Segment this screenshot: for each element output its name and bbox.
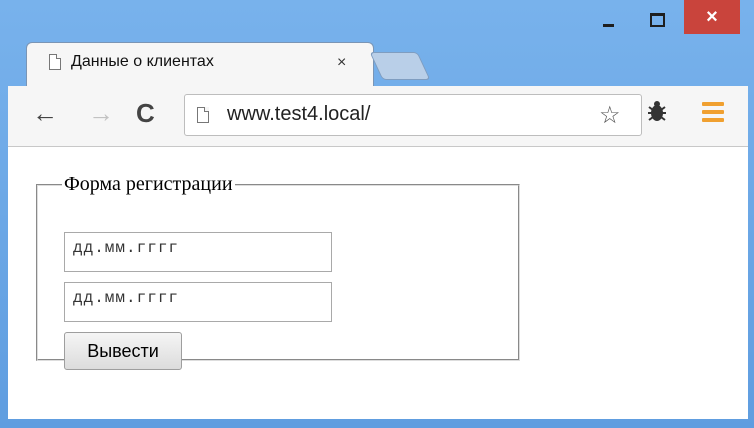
tab-title: Данные о клиентах	[71, 53, 214, 70]
page-content: Форма регистрации дд.мм.гггг дд.мм.гггг …	[8, 147, 748, 419]
bug-icon[interactable]	[644, 98, 670, 131]
close-icon: ×	[706, 6, 718, 28]
minimize-button[interactable]	[592, 4, 624, 36]
maximize-button[interactable]	[634, 4, 680, 36]
minimize-icon	[602, 23, 614, 27]
address-bar[interactable]: www.test4.local/ ☆	[184, 94, 642, 136]
back-icon[interactable]: ←	[32, 100, 58, 126]
close-window-button[interactable]: ×	[684, 0, 740, 34]
browser-window: × Данные о клиентах × ← → C www.test4.lo…	[0, 0, 754, 428]
tab-close-icon[interactable]: ×	[337, 54, 346, 72]
menu-icon[interactable]	[702, 102, 724, 126]
page-icon	[197, 107, 209, 123]
tab-active[interactable]: Данные о клиентах ×	[26, 42, 374, 87]
url-text[interactable]: www.test4.local/	[227, 103, 370, 126]
date-input-2[interactable]: дд.мм.гггг	[64, 282, 332, 322]
date-input-1[interactable]: дд.мм.гггг	[64, 232, 332, 272]
submit-button[interactable]: Вывести	[64, 332, 182, 370]
browser-toolbar: ← → C www.test4.local/ ☆	[8, 86, 748, 147]
form-legend: Форма регистрации	[64, 173, 233, 195]
forward-icon[interactable]: →	[88, 100, 114, 126]
new-tab-button[interactable]	[369, 52, 431, 80]
maximize-icon	[649, 13, 665, 27]
page-icon	[49, 54, 61, 70]
bookmark-star-icon[interactable]: ☆	[599, 101, 621, 130]
reload-icon[interactable]: C	[136, 100, 155, 126]
registration-fieldset: Форма регистрации дд.мм.гггг дд.мм.гггг …	[36, 173, 520, 370]
